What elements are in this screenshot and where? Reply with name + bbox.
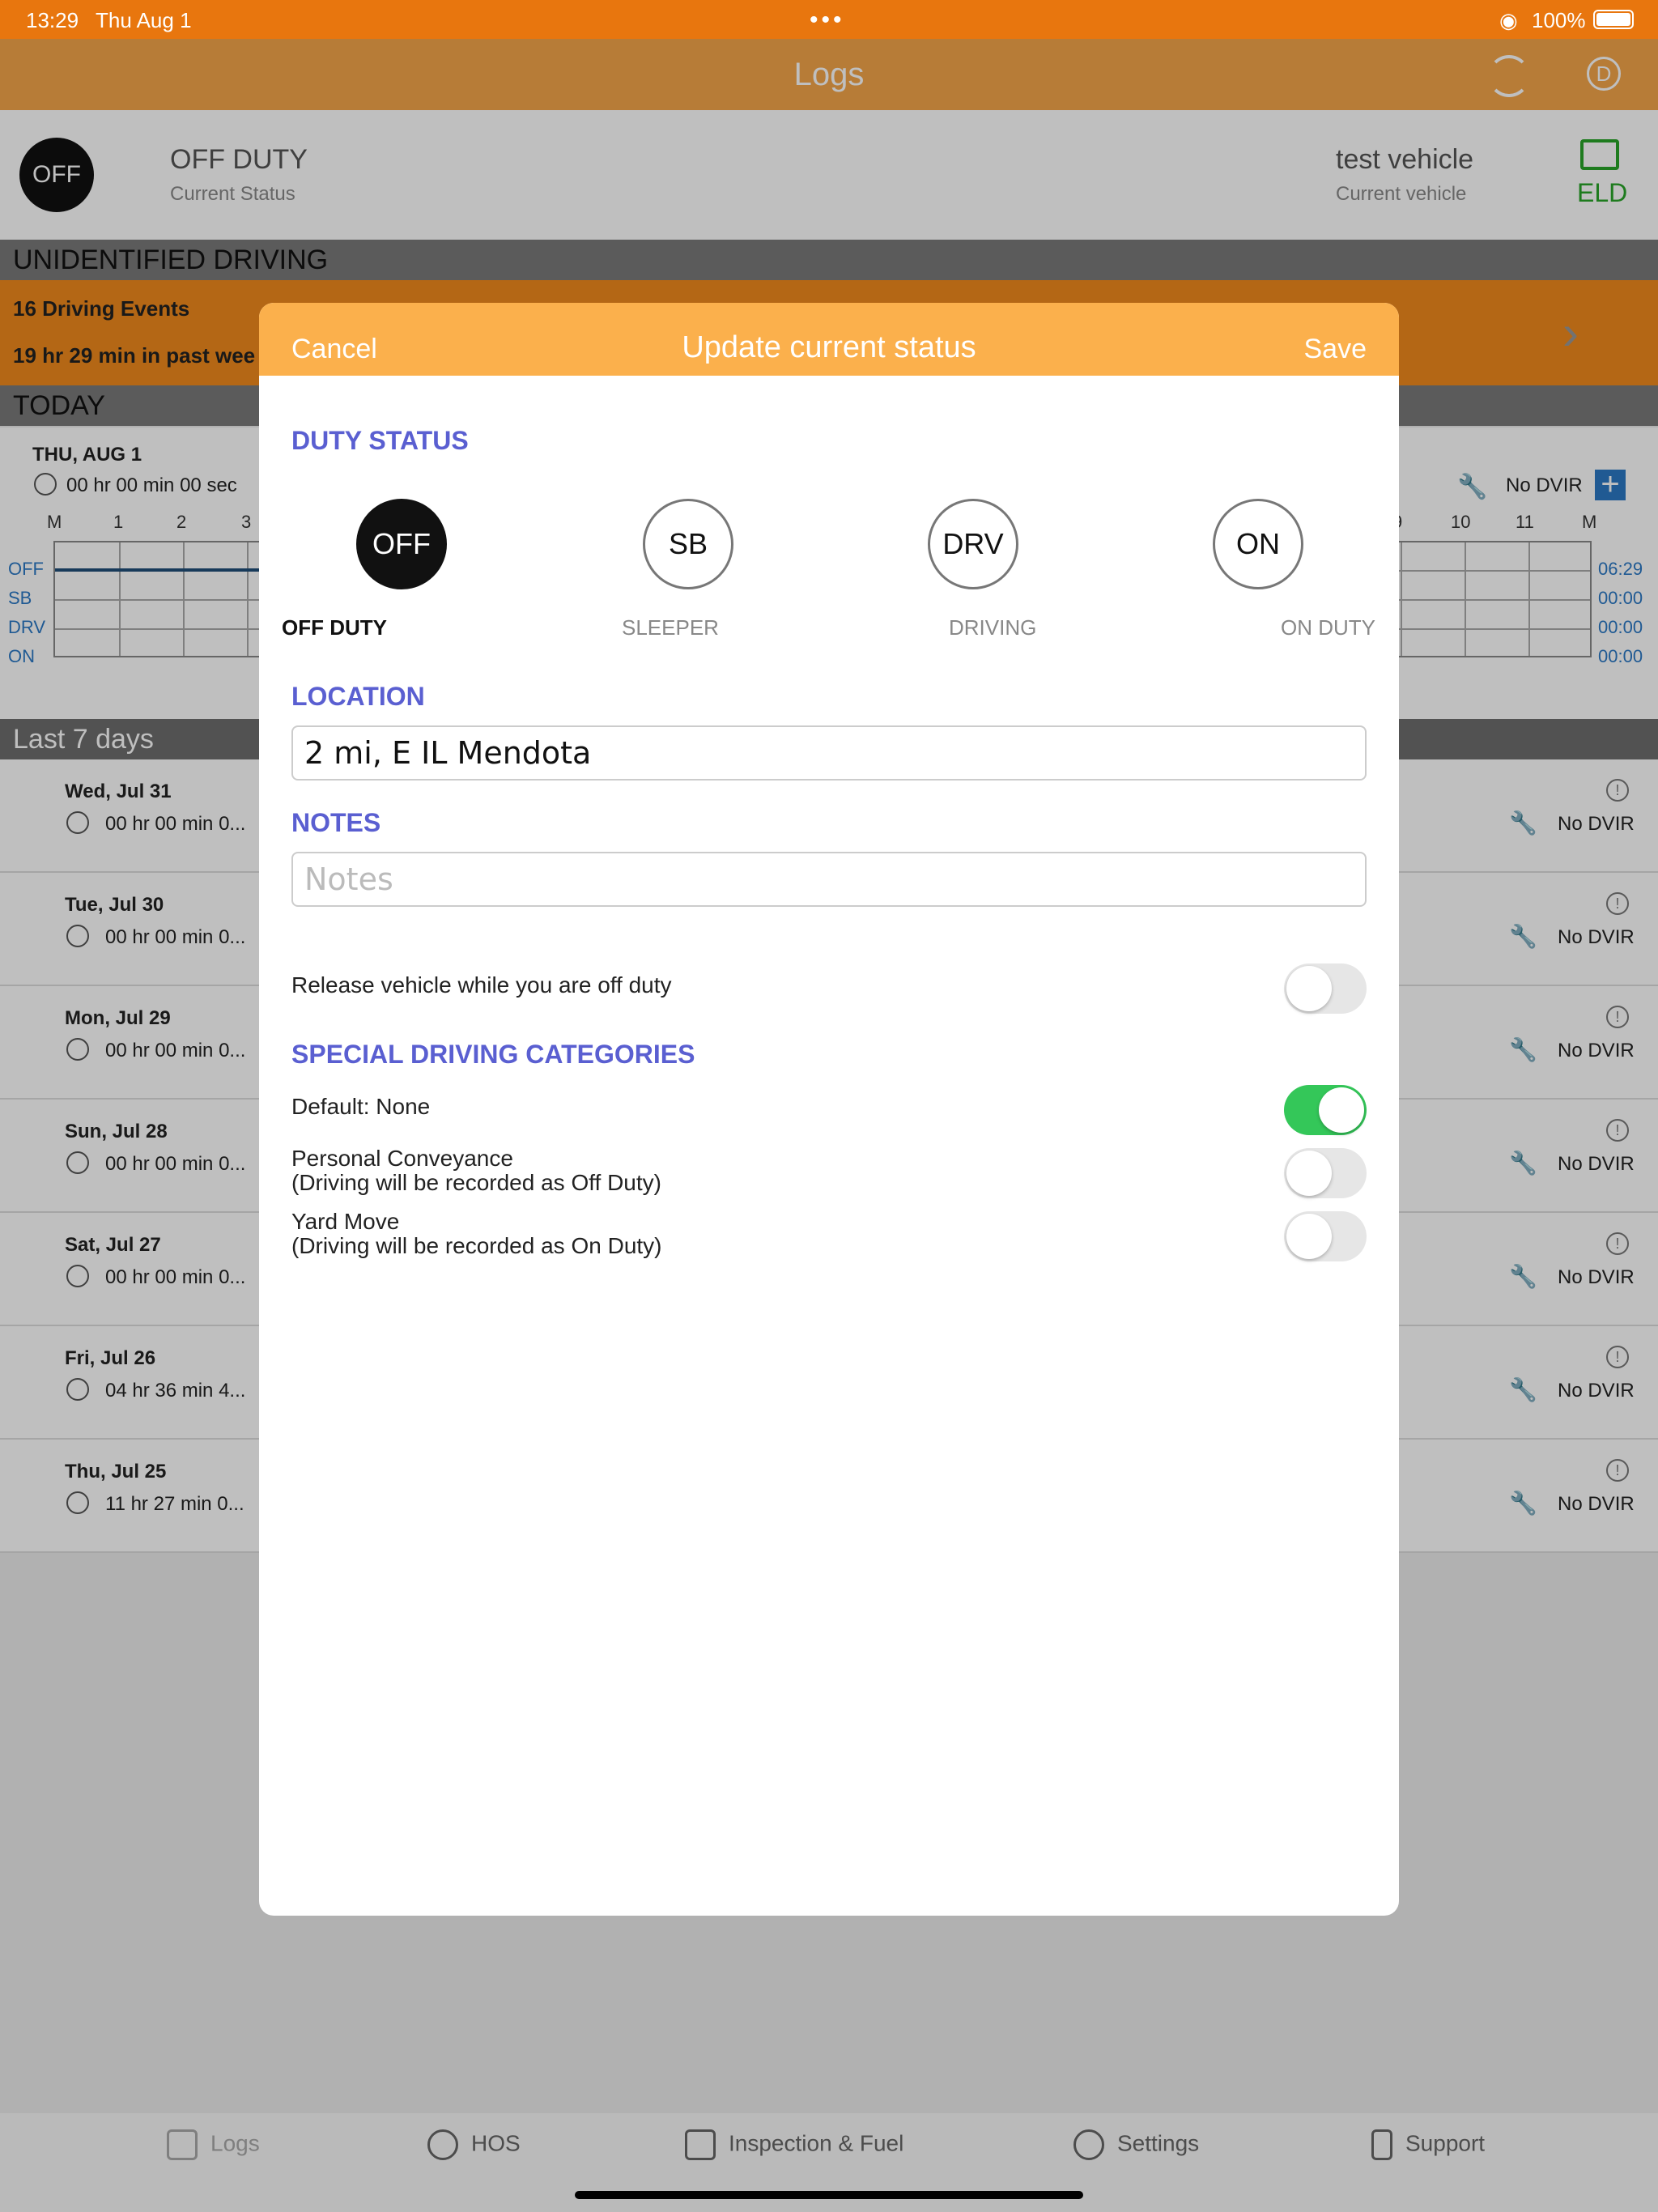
category-personal-conveyance-toggle[interactable]	[1284, 1148, 1367, 1198]
notes-input[interactable]	[304, 853, 1365, 905]
duty-option-sb[interactable]: SB	[643, 499, 733, 589]
home-indicator[interactable]	[575, 2191, 1083, 2199]
duty-option-off[interactable]: OFF	[356, 499, 447, 589]
release-vehicle-label: Release vehicle while you are off duty	[291, 972, 672, 998]
notes-header: NOTES	[291, 808, 381, 837]
category-default-label: Default: None	[291, 1095, 430, 1119]
duty-label-sb: SLEEPER	[622, 615, 719, 640]
category-yard-move-label: Yard Move (Driving will be recorded as O…	[291, 1210, 662, 1258]
save-button[interactable]: Save	[1304, 334, 1367, 365]
duty-label-on: ON DUTY	[1281, 615, 1375, 640]
wifi-icon: ◉	[1499, 8, 1518, 32]
multitasking-dots[interactable]: •••	[810, 6, 845, 34]
release-vehicle-toggle[interactable]	[1284, 963, 1367, 1014]
duty-option-on[interactable]: ON	[1213, 499, 1303, 589]
category-default-toggle[interactable]	[1284, 1085, 1367, 1135]
category-title: Default: None	[291, 1094, 431, 1119]
modal-title: Update current status	[682, 330, 976, 364]
location-value: 2 mi, E IL Mendota	[304, 735, 592, 771]
battery-percent: 100%	[1532, 8, 1586, 32]
status-bar: 13:29 Thu Aug 1 ••• ◉ 100%	[0, 0, 1658, 39]
category-subtitle: (Driving will be recorded as Off Duty)	[291, 1170, 661, 1195]
duty-option-drv[interactable]: DRV	[928, 499, 1018, 589]
notes-field[interactable]	[291, 852, 1367, 907]
clock-date: Thu Aug 1	[96, 8, 192, 32]
category-title: Yard Move	[291, 1209, 400, 1234]
duty-label-drv: DRIVING	[949, 615, 1037, 640]
category-subtitle: (Driving will be recorded as On Duty)	[291, 1233, 662, 1258]
location-field[interactable]: 2 mi, E IL Mendota	[291, 725, 1367, 781]
category-yard-move-toggle[interactable]	[1284, 1211, 1367, 1261]
update-status-modal: Cancel Update current status Save DUTY S…	[259, 303, 1399, 1916]
duty-status-header: DUTY STATUS	[291, 426, 469, 455]
modal-header: Cancel Update current status Save	[259, 303, 1399, 376]
location-header: LOCATION	[291, 682, 425, 711]
clock-time: 13:29	[26, 8, 79, 32]
duty-label-off: OFF DUTY	[282, 615, 387, 640]
category-title: Personal Conveyance	[291, 1146, 513, 1171]
category-personal-conveyance-label: Personal Conveyance (Driving will be rec…	[291, 1146, 661, 1195]
battery-icon	[1593, 10, 1634, 29]
special-driving-header: SPECIAL DRIVING CATEGORIES	[291, 1040, 695, 1069]
